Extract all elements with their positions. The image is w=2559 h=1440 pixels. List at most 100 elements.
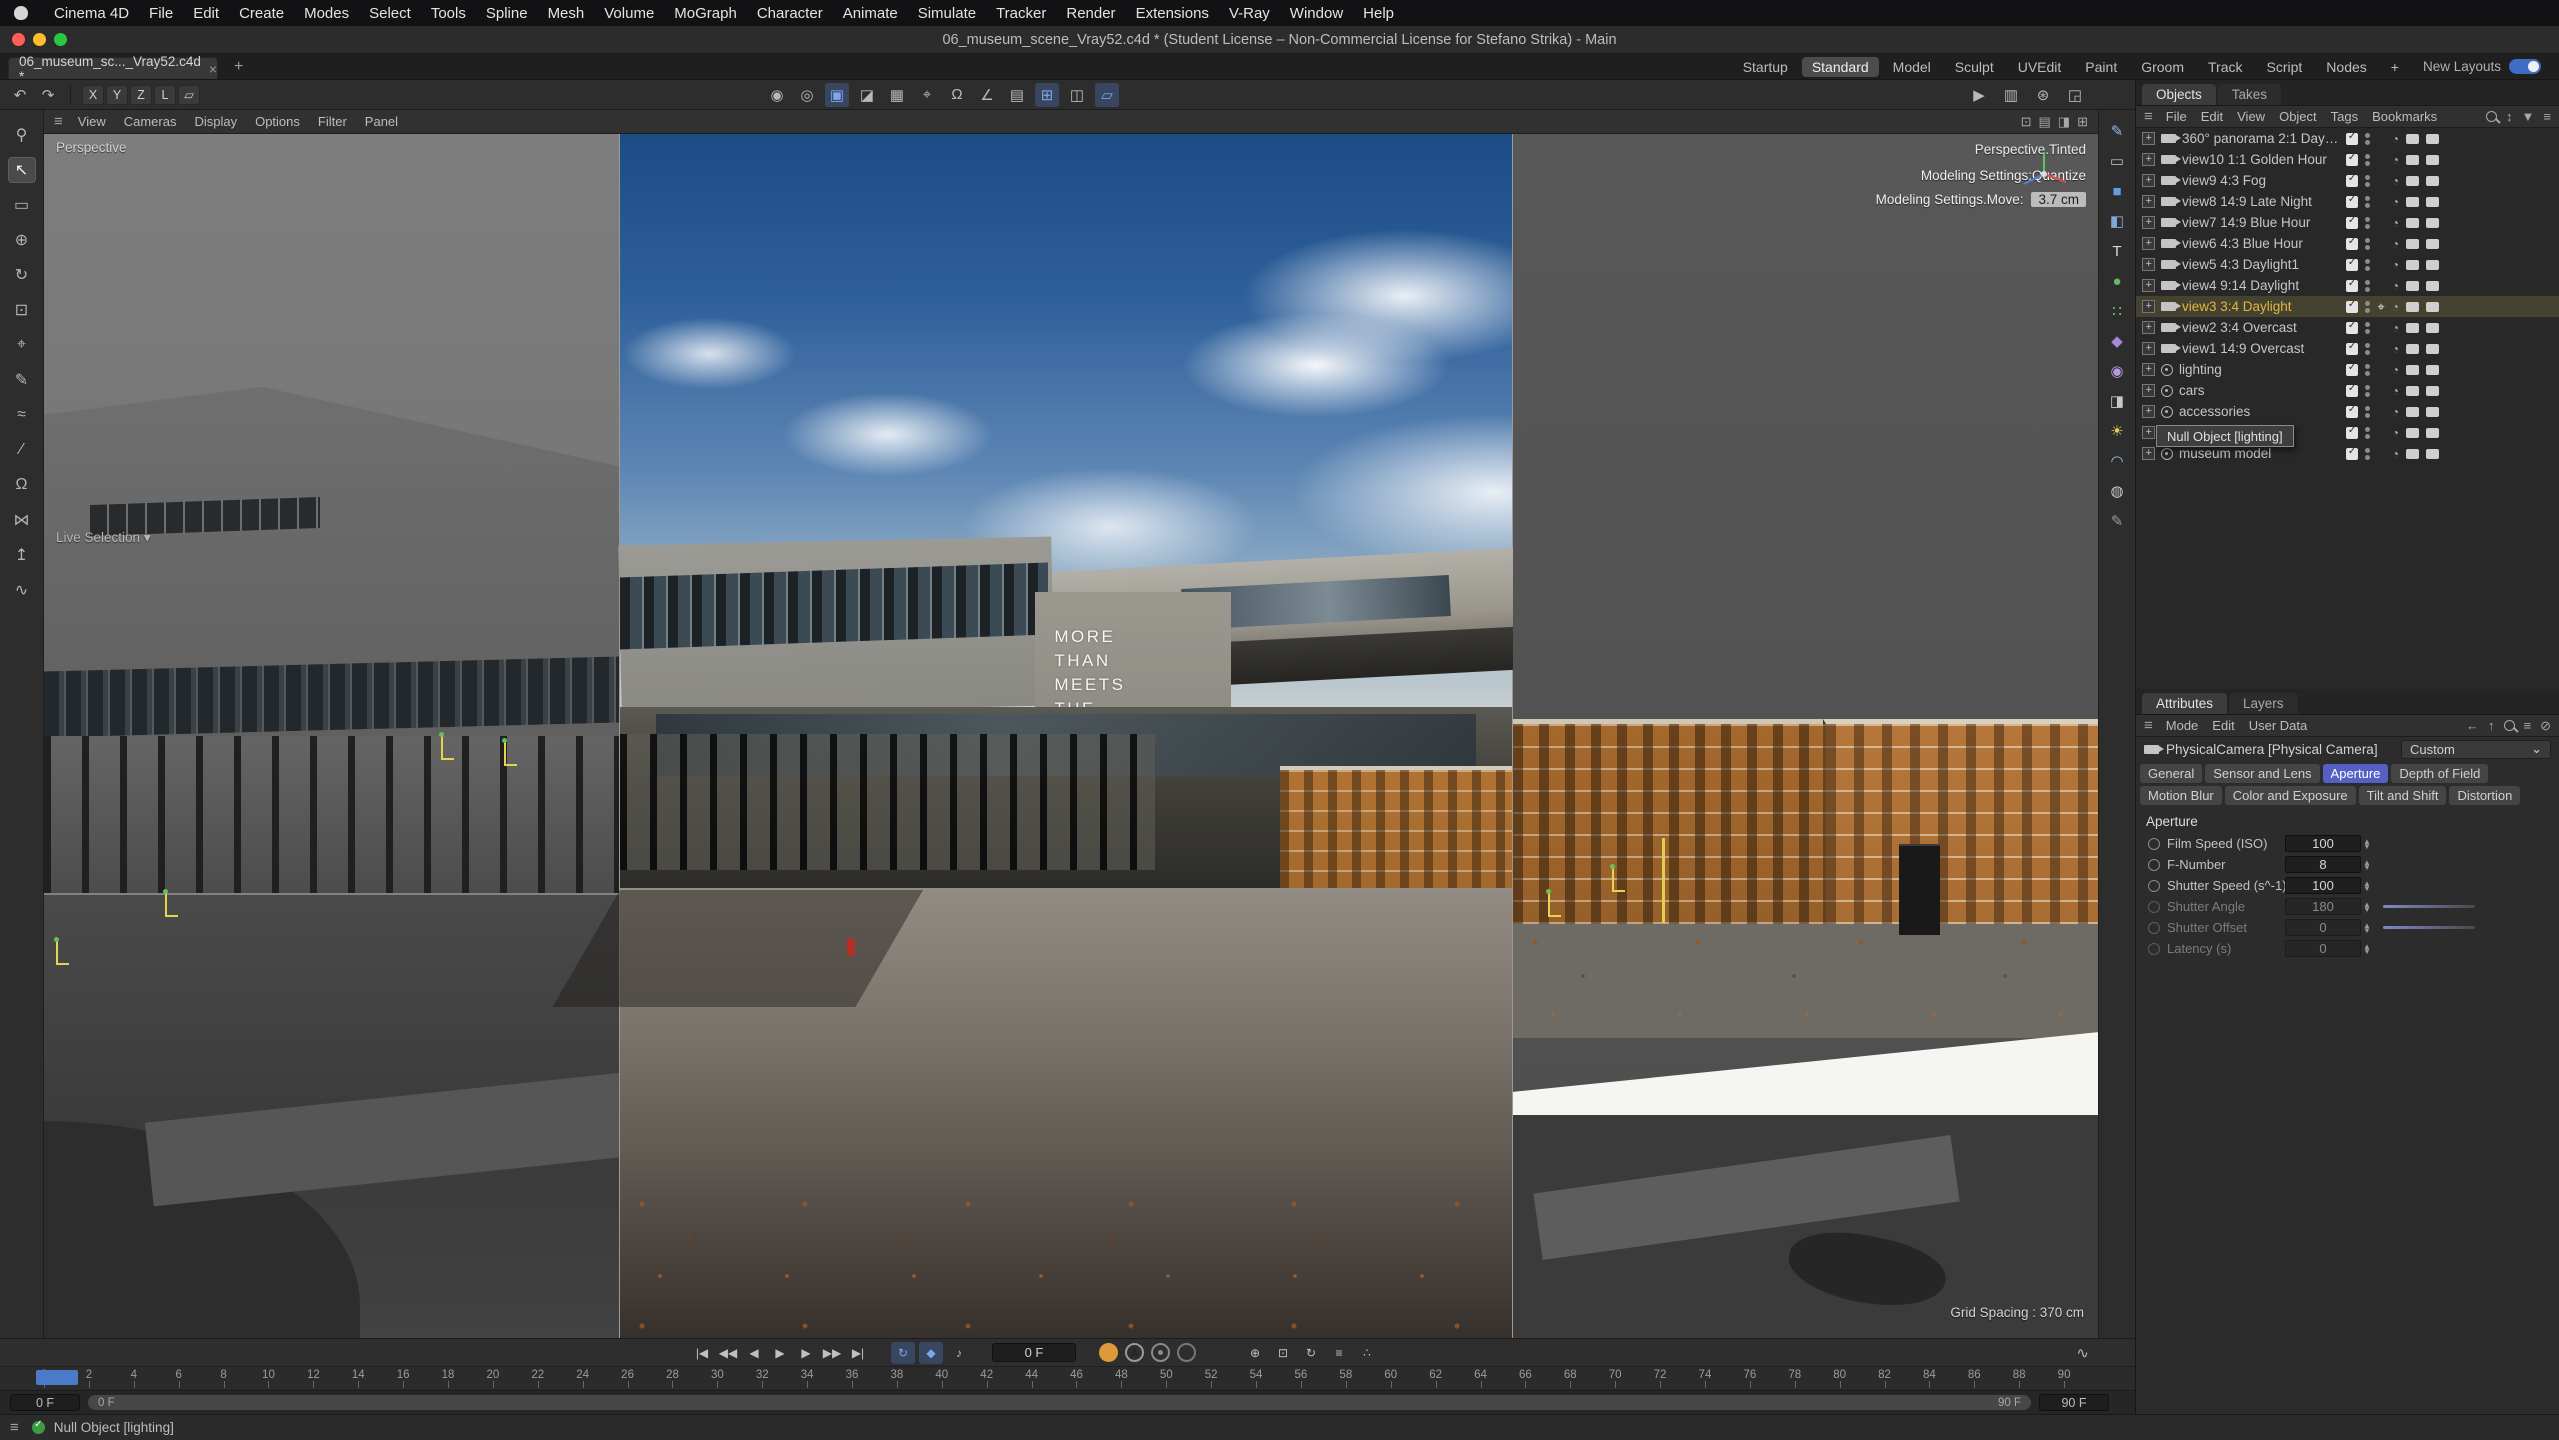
tag-icon[interactable] xyxy=(2406,449,2419,459)
object-manager-menu-item[interactable]: Edit xyxy=(2194,109,2230,124)
range-start-field[interactable]: 0 F xyxy=(10,1394,80,1411)
toolbar-icon[interactable]: ∠ xyxy=(975,83,999,107)
object-name[interactable]: view9 4:3 Fog xyxy=(2182,173,2340,188)
menubar-item[interactable]: Cinema 4D xyxy=(44,5,139,22)
tag-icon[interactable] xyxy=(2406,239,2419,249)
value-stepper[interactable]: ▲▼ xyxy=(2363,902,2371,912)
tag-icon[interactable] xyxy=(2406,281,2419,291)
panel-options-icon[interactable]: ≡ xyxy=(2543,109,2551,124)
attribute-section-tab[interactable]: Tilt and Shift xyxy=(2359,786,2447,805)
tag-icon[interactable] xyxy=(2426,323,2439,333)
palette-tool[interactable]: ⊕ xyxy=(8,227,36,253)
animation-clock-icon[interactable]: ◔ xyxy=(2392,155,2399,165)
tag-icon[interactable] xyxy=(2406,197,2419,207)
visibility-dots[interactable] xyxy=(2365,385,2370,397)
object-name[interactable]: view8 14:9 Late Night xyxy=(2182,194,2340,209)
object-create-icon[interactable]: ▭ xyxy=(2105,150,2129,172)
property-value-field[interactable]: 8 xyxy=(2285,856,2361,873)
palette-tool[interactable]: ↻ xyxy=(8,262,36,288)
menubar-item[interactable]: Mesh xyxy=(538,5,595,22)
value-slider[interactable] xyxy=(2383,905,2475,908)
toolbar-icon[interactable]: ◎ xyxy=(795,83,819,107)
enable-checkbox[interactable] xyxy=(2346,175,2358,187)
record-button[interactable] xyxy=(1177,1343,1196,1362)
tag-icon[interactable] xyxy=(2426,428,2439,438)
playback-toggle[interactable]: ↻ xyxy=(891,1342,915,1364)
record-channel-button[interactable]: ↻ xyxy=(1299,1342,1323,1364)
tag-icon[interactable] xyxy=(2426,218,2439,228)
object-name[interactable]: view1 14:9 Overcast xyxy=(2182,341,2340,356)
tag-icon[interactable] xyxy=(2426,260,2439,270)
animation-clock-icon[interactable]: ◔ xyxy=(2392,449,2399,459)
tag-icon[interactable] xyxy=(2426,449,2439,459)
axis-lock-button[interactable]: Z xyxy=(130,85,152,105)
animation-clock-icon[interactable]: ◔ xyxy=(2392,176,2399,186)
object-name[interactable]: accessories xyxy=(2179,404,2340,419)
animation-clock-icon[interactable]: ◔ xyxy=(2392,428,2399,438)
close-tab-icon[interactable]: × xyxy=(209,61,217,77)
enable-checkbox[interactable] xyxy=(2346,406,2358,418)
preset-dropdown[interactable]: Custom ⌄ xyxy=(2401,740,2551,759)
visibility-dots[interactable] xyxy=(2365,364,2370,376)
animation-clock-icon[interactable]: ◔ xyxy=(2392,239,2399,249)
viewport-menu-item[interactable]: Panel xyxy=(356,114,407,129)
object-create-icon[interactable]: ◨ xyxy=(2105,390,2129,412)
object-manager-menu-item[interactable]: File xyxy=(2159,109,2194,124)
object-row[interactable]: view9 4:3 Fog ⌖ ◔ xyxy=(2136,170,2559,191)
animation-clock-icon[interactable]: ◔ xyxy=(2392,134,2399,144)
value-stepper[interactable]: ▲▼ xyxy=(2363,923,2371,933)
animation-clock-icon[interactable]: ◔ xyxy=(2392,197,2399,207)
palette-tool[interactable]: ↥ xyxy=(8,542,36,568)
record-button[interactable] xyxy=(1099,1343,1118,1362)
menubar-item[interactable]: Tools xyxy=(421,5,476,22)
object-name[interactable]: view7 14:9 Blue Hour xyxy=(2182,215,2340,230)
expand-icon[interactable] xyxy=(2142,153,2155,166)
range-track[interactable]: 0 F 90 F xyxy=(88,1395,2031,1410)
object-create-icon[interactable]: ☀ xyxy=(2105,420,2129,442)
menubar-item[interactable]: Select xyxy=(359,5,421,22)
panel-tab[interactable]: Layers xyxy=(2229,693,2298,714)
playhead[interactable] xyxy=(36,1370,78,1385)
expand-icon[interactable] xyxy=(2142,132,2155,145)
property-value-field[interactable]: 0 xyxy=(2285,940,2361,957)
viewport-menu-item[interactable]: View xyxy=(69,114,115,129)
object-create-icon[interactable]: ∷ xyxy=(2105,300,2129,322)
enable-checkbox[interactable] xyxy=(2346,322,2358,334)
palette-tool[interactable]: ▭ xyxy=(8,192,36,218)
record-channel-button[interactable]: ≡ xyxy=(1327,1342,1351,1364)
enable-checkbox[interactable] xyxy=(2346,238,2358,250)
visibility-dots[interactable] xyxy=(2365,406,2370,418)
object-name[interactable]: 360° panorama 2:1 Daylight xyxy=(2182,131,2340,146)
tag-icon[interactable] xyxy=(2406,176,2419,186)
object-row[interactable]: view2 3:4 Overcast ⌖ ◔ xyxy=(2136,317,2559,338)
object-name[interactable]: view3 3:4 Daylight xyxy=(2182,299,2340,314)
expand-icon[interactable] xyxy=(2142,321,2155,334)
palette-tool[interactable]: ↖ xyxy=(8,157,36,183)
toolbar-icon[interactable]: Ω xyxy=(945,83,969,107)
enable-checkbox[interactable] xyxy=(2346,385,2358,397)
visibility-dots[interactable] xyxy=(2365,448,2370,460)
object-row[interactable]: view6 4:3 Blue Hour ⌖ ◔ xyxy=(2136,233,2559,254)
layout-tab[interactable]: Paint xyxy=(2075,57,2127,77)
panel-tab[interactable]: Objects xyxy=(2142,84,2216,105)
animation-clock-icon[interactable]: ◔ xyxy=(2392,281,2399,291)
value-stepper[interactable]: ▲▼ xyxy=(2363,881,2371,891)
expand-icon[interactable] xyxy=(2142,174,2155,187)
object-name[interactable]: view10 1:1 Golden Hour xyxy=(2182,152,2340,167)
visibility-dots[interactable] xyxy=(2365,259,2370,271)
object-create-icon[interactable]: ◆ xyxy=(2105,330,2129,352)
object-row[interactable]: view10 1:1 Golden Hour ⌖ ◔ xyxy=(2136,149,2559,170)
search-icon[interactable] xyxy=(2504,720,2515,731)
redo-button[interactable]: ↷ xyxy=(36,83,60,107)
object-row[interactable]: lighting ⌖ ◔ xyxy=(2136,359,2559,380)
axis-lock-button[interactable]: L xyxy=(154,85,176,105)
attribute-section-tab[interactable]: Color and Exposure xyxy=(2225,786,2356,805)
timeline-tick[interactable]: 90 xyxy=(2064,1367,2109,1390)
object-name[interactable]: view4 9:14 Daylight xyxy=(2182,278,2340,293)
object-manager-menu-item[interactable]: Tags xyxy=(2324,109,2365,124)
enable-checkbox[interactable] xyxy=(2346,364,2358,376)
tag-icon[interactable] xyxy=(2426,365,2439,375)
tag-icon[interactable] xyxy=(2406,407,2419,417)
value-stepper[interactable]: ▲▼ xyxy=(2363,839,2371,849)
menubar-item[interactable]: Modes xyxy=(294,5,359,22)
